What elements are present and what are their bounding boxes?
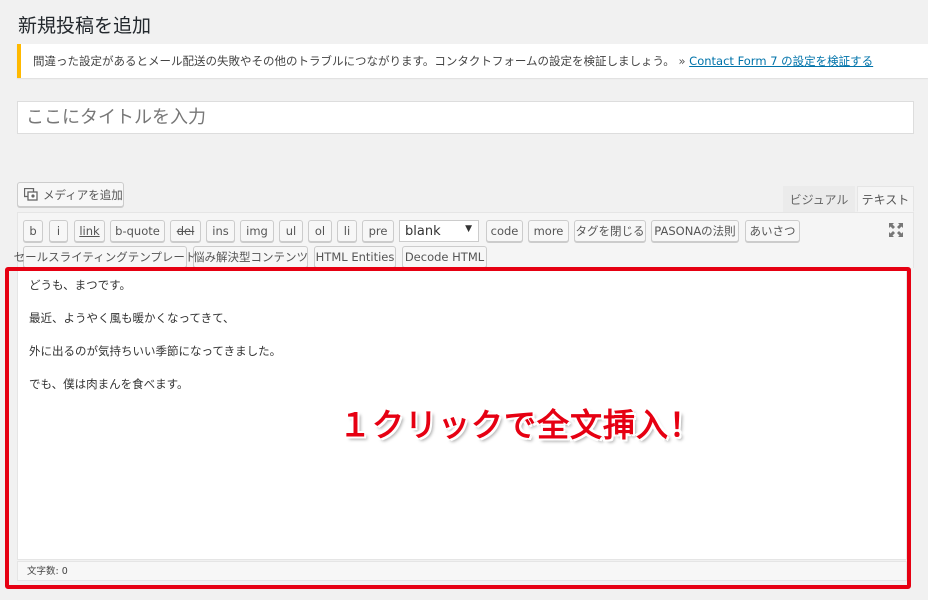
qt-ol-button[interactable]: ol <box>308 220 332 242</box>
page-title: 新規投稿を追加 <box>18 15 152 37</box>
qt-pasona-button[interactable]: PASONAの法則 <box>651 220 739 242</box>
qt-ins-button[interactable]: ins <box>206 220 235 242</box>
tab-visual[interactable]: ビジュアル <box>783 186 855 212</box>
add-media-icon <box>23 187 39 201</box>
notice-separator: » <box>678 54 686 68</box>
post-title-input[interactable] <box>17 101 914 134</box>
qt-greeting-button[interactable]: あいさつ <box>745 220 800 242</box>
qt-close-tags-button[interactable]: タグを閉じる <box>574 220 646 242</box>
notice-banner: 間違った設定があるとメール配送の失敗やその他のトラブルにつながります。コンタクト… <box>17 44 928 78</box>
qt-trouble-content-button[interactable]: 悩み解決型コンテンツ <box>193 246 308 268</box>
editor-line: どうも、まつです。 <box>29 278 132 292</box>
notice-validate-link[interactable]: Contact Form 7 の設定を検証する <box>689 54 873 68</box>
qt-italic-button[interactable]: i <box>49 220 68 242</box>
editor-line: 外に出るのが気持ちいい季節になってきました。 <box>29 344 282 358</box>
chevron-down-icon: ▼ <box>465 224 472 234</box>
qt-bold-button[interactable]: b <box>23 220 43 242</box>
qt-html-entities-button[interactable]: HTML Entities <box>314 246 396 268</box>
qt-blockquote-button[interactable]: b-quote <box>110 220 165 242</box>
editor-line: 最近、ようやく風も暖かくなってきて、 <box>29 311 235 325</box>
annotation-callout: １クリックで全文挿入！ <box>339 406 703 444</box>
qt-li-button[interactable]: li <box>337 220 357 242</box>
qt-pre-button[interactable]: pre <box>362 220 394 242</box>
qt-template-select[interactable]: blank ▼ <box>399 220 479 242</box>
qt-more-button[interactable]: more <box>528 220 569 242</box>
qt-template-select-value: blank <box>405 223 441 239</box>
qt-img-button[interactable]: img <box>240 220 274 242</box>
add-media-button[interactable]: メディアを追加 <box>17 182 124 207</box>
quicktags-toolbar: b i link b-quote del ins img ul ol li pr… <box>14 212 914 268</box>
fullscreen-icon[interactable] <box>888 222 904 238</box>
tab-text[interactable]: テキスト <box>857 186 914 212</box>
qt-decode-html-button[interactable]: Decode HTML <box>402 246 487 268</box>
editor-line: でも、僕は肉まんを食べます。 <box>29 377 189 391</box>
qt-sales-template-button[interactable]: セールスライティングテンプレート <box>14 246 196 268</box>
qt-link-button[interactable]: link <box>74 220 105 242</box>
qt-del-button[interactable]: del <box>170 220 201 242</box>
word-count-status: 文字数: 0 <box>17 561 907 581</box>
qt-ul-button[interactable]: ul <box>279 220 303 242</box>
notice-message: 間違った設定があるとメール配送の失敗やその他のトラブルにつながります。コンタクト… <box>33 54 675 68</box>
qt-code-button[interactable]: code <box>486 220 523 242</box>
add-media-label: メディアを追加 <box>43 187 123 202</box>
